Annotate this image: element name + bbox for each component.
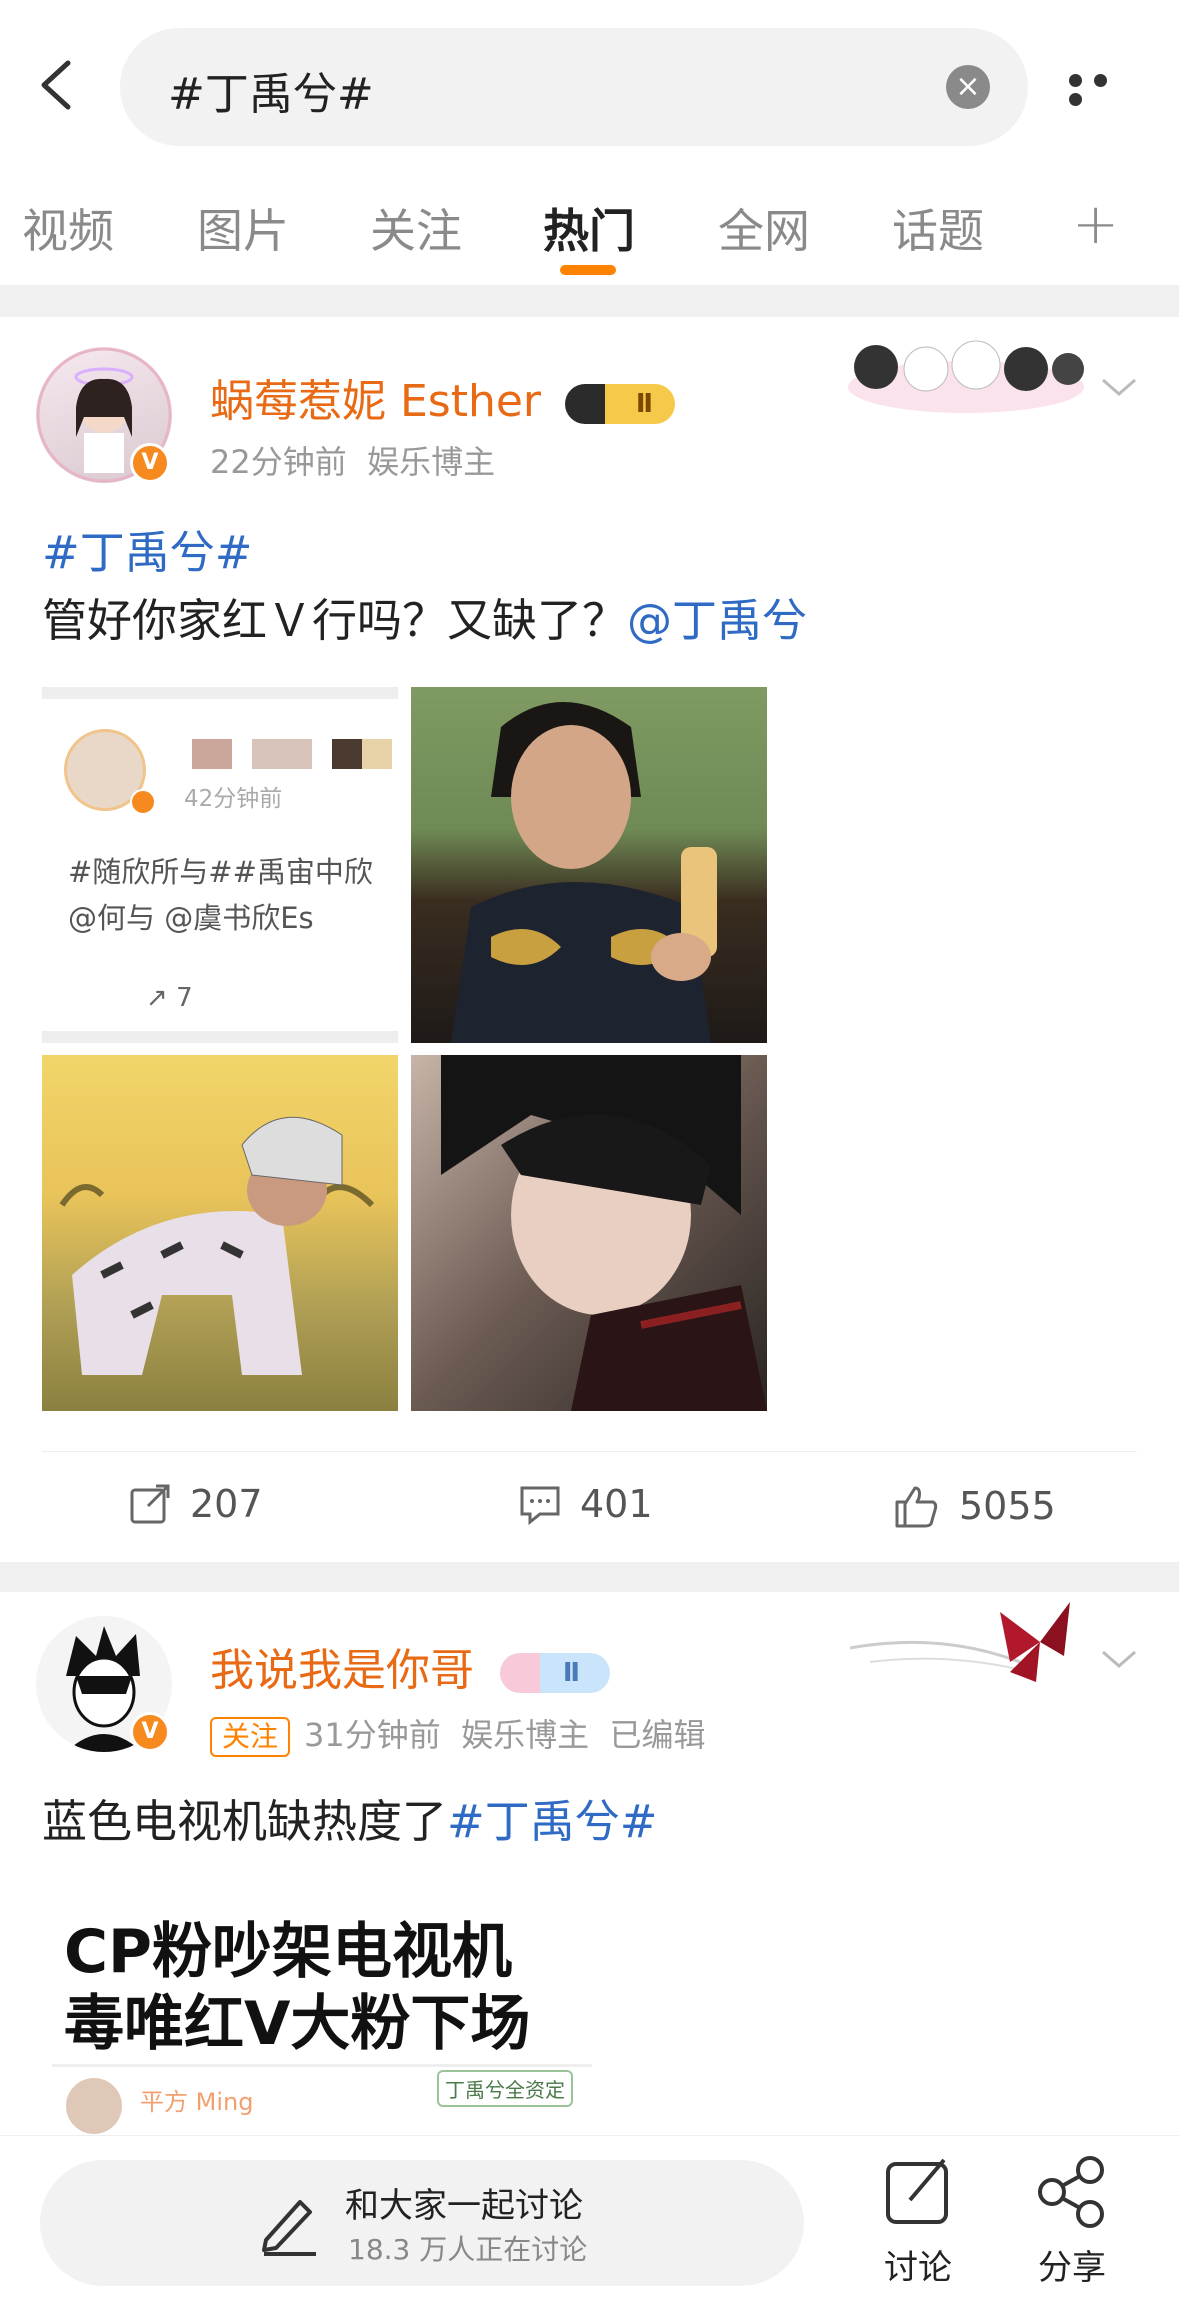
tab-bar: 视频 图片 关注 热门 全网 话题 + xyxy=(0,180,1179,285)
post-body: 蓝色电视机缺热度了#丁禹兮# xyxy=(42,1788,657,1856)
post-meta: 关注 31分钟前 娱乐博主 已编辑 xyxy=(210,1710,705,1757)
embedded-time: 42分钟前 xyxy=(184,786,283,812)
divider xyxy=(52,2064,592,2067)
bottom-bar: 和大家一起讨论 18.3 万人正在讨论 讨论 分享 xyxy=(0,2135,1179,2313)
post-image[interactable]: CP粉吵架电视机 毒唯红V大粉下场 平方 Ming 丁禹兮全资定 xyxy=(52,1912,592,2135)
tab-topic[interactable]: 话题 xyxy=(892,195,984,261)
tab-video[interactable]: 视频 xyxy=(22,195,114,261)
chevron-down-icon[interactable] xyxy=(1099,1644,1139,1674)
like-button[interactable]: 5055 xyxy=(893,1482,1056,1530)
tab-images[interactable]: 图片 xyxy=(197,195,289,261)
hashtag-link[interactable]: #丁禹兮# xyxy=(447,1795,657,1848)
discuss-input[interactable]: 和大家一起讨论 18.3 万人正在讨论 xyxy=(40,2160,804,2286)
divider xyxy=(0,1562,1179,1592)
mention-link[interactable]: @丁禹兮 xyxy=(627,594,807,647)
tab-all-web[interactable]: 全网 xyxy=(718,195,810,261)
post-text: 蓝色电视机缺热度了 xyxy=(42,1795,448,1848)
clear-icon[interactable]: × xyxy=(946,65,990,109)
embedded-line1: #随欣所与##禹宙中欣 xyxy=(68,855,373,889)
comment-button[interactable]: 401 xyxy=(518,1482,653,1526)
post-image[interactable] xyxy=(42,1055,398,1411)
verified-badge-icon xyxy=(130,789,156,815)
blurred-name xyxy=(192,739,392,769)
back-arrow-icon[interactable] xyxy=(30,55,90,115)
post-image[interactable] xyxy=(411,1055,767,1411)
post-text: 管好你家红Ｖ行吗？又缺了？ xyxy=(42,594,628,647)
share-button[interactable]: 分享 xyxy=(1012,2154,1132,2289)
post-actions: 207 401 5055 xyxy=(0,1452,1179,1562)
hashtag-link[interactable]: #丁禹兮# xyxy=(42,519,807,587)
embedded-name: 平方 Ming xyxy=(140,2088,254,2116)
share-icon xyxy=(1038,2156,1104,2228)
embedded-line2: @何与 @虞书欣Es xyxy=(68,901,314,935)
post-card[interactable]: V 蜗莓惹妮 Esther Ⅱ 22分钟前 娱乐博主 #丁禹兮# 管好你家红Ｖ行… xyxy=(0,317,1179,1562)
embedded-avatar xyxy=(66,2078,122,2134)
search-input[interactable]: #丁禹兮# × xyxy=(120,28,1028,146)
pencil-icon xyxy=(262,2200,316,2256)
chevron-down-icon[interactable] xyxy=(1099,372,1139,402)
post-card[interactable]: V 我说我是你哥 Ⅱ 关注 31分钟前 娱乐博主 已编辑 蓝色电视机缺热度了#丁禹… xyxy=(0,1592,1179,2135)
discuss-subtitle: 18.3 万人正在讨论 xyxy=(348,2233,588,2266)
post-image[interactable]: 42分钟前 #随欣所与##禹宙中欣 @何与 @虞书欣Es ↗ 7 xyxy=(42,687,398,1043)
verified-badge-icon: V xyxy=(130,1712,170,1752)
thumbs-up-icon xyxy=(895,1486,938,1528)
edit-square-icon xyxy=(886,2158,948,2224)
more-options-icon[interactable] xyxy=(1069,72,1139,106)
post-username[interactable]: 蜗莓惹妮 Esther Ⅱ xyxy=(210,365,676,429)
comment-icon xyxy=(520,1486,560,1526)
divider xyxy=(0,285,1179,317)
post-image[interactable] xyxy=(411,687,767,1043)
member-badge-icon: Ⅱ xyxy=(500,1653,610,1693)
verified-badge-icon: V xyxy=(130,443,170,483)
post-meta: 22分钟前 娱乐博主 xyxy=(210,443,496,481)
decoration-sticker xyxy=(849,1592,1090,1702)
decoration-sticker xyxy=(846,317,1086,417)
repost-icon xyxy=(130,1484,170,1524)
post-body: #丁禹兮# 管好你家红Ｖ行吗？又缺了？@丁禹兮 xyxy=(42,519,807,655)
active-tab-indicator xyxy=(560,265,616,275)
tab-hot[interactable]: 热门 xyxy=(543,195,635,261)
post-username[interactable]: 我说我是你哥 Ⅱ xyxy=(210,1634,610,1698)
repost-button[interactable]: 207 xyxy=(128,1482,263,1526)
discuss-button[interactable]: 讨论 xyxy=(858,2154,978,2289)
top-bar: #丁禹兮# × xyxy=(0,0,1179,180)
search-query: #丁禹兮# xyxy=(168,69,374,120)
embedded-tag: 丁禹兮全资定 xyxy=(437,2070,573,2107)
add-tab-icon[interactable]: + xyxy=(1072,192,1119,257)
image-title: CP粉吵架电视机 毒唯红V大粉下场 xyxy=(64,1917,531,2059)
tab-following[interactable]: 关注 xyxy=(370,195,462,261)
discuss-title: 和大家一起讨论 xyxy=(345,2186,583,2226)
follow-button[interactable]: 关注 xyxy=(210,1717,291,1757)
embedded-repost: ↗ 7 xyxy=(146,983,193,1013)
member-crown-icon: Ⅱ xyxy=(565,384,676,424)
